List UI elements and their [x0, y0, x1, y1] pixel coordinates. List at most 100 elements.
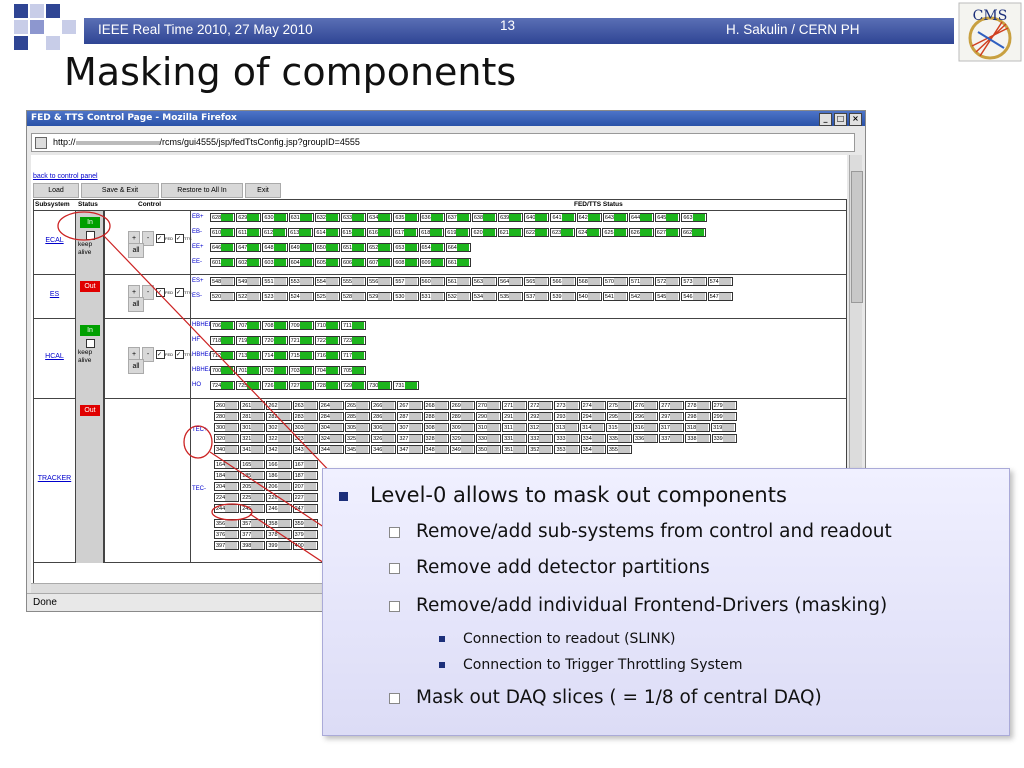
- fed-chip[interactable]: 345: [344, 445, 371, 454]
- fed-chip[interactable]: 269: [449, 401, 475, 410]
- status-toggle[interactable]: In: [80, 325, 100, 336]
- fed-chip[interactable]: 166: [266, 460, 292, 469]
- fed-chip[interactable]: 570: [602, 277, 628, 286]
- fed-chip[interactable]: 297: [659, 412, 685, 421]
- close-icon[interactable]: ×: [849, 113, 862, 126]
- fed-chip[interactable]: 617: [392, 228, 419, 237]
- fed-chip[interactable]: 723: [340, 336, 367, 345]
- fed-chip[interactable]: 555: [340, 277, 367, 286]
- fed-chip[interactable]: 379: [292, 530, 318, 539]
- fed-chip[interactable]: 630: [262, 213, 288, 222]
- status-toggle[interactable]: Out: [80, 405, 100, 416]
- fed-chip[interactable]: 551: [262, 277, 288, 286]
- fed-chip[interactable]: 308: [423, 423, 449, 432]
- fed-chip[interactable]: 247: [292, 504, 318, 513]
- fed-chip[interactable]: 167: [292, 460, 318, 469]
- fed-chip[interactable]: 293: [554, 412, 580, 421]
- fed-chip[interactable]: 275: [606, 401, 632, 410]
- fed-chip[interactable]: 298: [685, 412, 711, 421]
- fed-chip[interactable]: 282: [266, 412, 292, 421]
- fed-chip[interactable]: 333: [554, 434, 580, 443]
- fed-chip[interactable]: 540: [576, 292, 602, 301]
- fed-chip[interactable]: 621: [497, 228, 523, 237]
- fed-chip[interactable]: 263: [292, 401, 318, 410]
- fed-chip[interactable]: 564: [498, 277, 524, 286]
- fed-chip[interactable]: 628: [210, 213, 236, 222]
- fed-chip[interactable]: 205: [240, 482, 266, 491]
- fed-chip[interactable]: 702: [262, 366, 288, 375]
- partition-name[interactable]: EB-: [192, 229, 210, 235]
- fed-chip[interactable]: 268: [423, 401, 449, 410]
- fed-chip[interactable]: 568: [576, 277, 602, 286]
- fed-chip[interactable]: 355: [606, 445, 632, 454]
- fed-chip[interactable]: 287: [397, 412, 423, 421]
- restore-all-in-button[interactable]: Restore to All In: [161, 183, 243, 198]
- fed-chip[interactable]: 609: [419, 258, 445, 267]
- fed-chip[interactable]: 717: [340, 351, 367, 360]
- fed-chip[interactable]: 716: [314, 351, 340, 360]
- fed-chip[interactable]: 343: [292, 445, 318, 454]
- fed-chip[interactable]: 264: [318, 401, 344, 410]
- fed-chip[interactable]: 574: [707, 277, 733, 286]
- status-toggle[interactable]: In: [80, 217, 100, 228]
- fed-chip[interactable]: 522: [236, 292, 262, 301]
- partition-name[interactable]: ES-: [192, 293, 210, 299]
- keep-alive-checkbox[interactable]: keep alive: [78, 231, 104, 257]
- fed-chip[interactable]: 284: [318, 412, 344, 421]
- fed-chip[interactable]: 728: [314, 381, 340, 390]
- fed-chip[interactable]: 353: [554, 445, 580, 454]
- fed-chip[interactable]: 649: [288, 243, 314, 252]
- fed-chip[interactable]: 636: [419, 213, 445, 222]
- fed-chip[interactable]: 322: [266, 434, 292, 443]
- fed-chip[interactable]: 244: [214, 504, 240, 513]
- fed-chip[interactable]: 289: [449, 412, 475, 421]
- fed-chip[interactable]: 614: [314, 228, 340, 237]
- fed-chip[interactable]: 165: [240, 460, 266, 469]
- fed-chip[interactable]: 701: [236, 366, 262, 375]
- fed-chip[interactable]: 571: [629, 277, 655, 286]
- fed-chip[interactable]: 326: [371, 434, 397, 443]
- fed-chip[interactable]: 261: [240, 401, 266, 410]
- fed-chip[interactable]: 554: [314, 277, 340, 286]
- fed-chip[interactable]: 726: [262, 381, 288, 390]
- all-button-label[interactable]: all: [128, 359, 144, 374]
- partition-name[interactable]: HBHEa: [192, 367, 212, 373]
- fed-chip[interactable]: 631: [288, 213, 314, 222]
- fed-chip[interactable]: 727: [288, 381, 314, 390]
- subsystem-link[interactable]: ECAL: [45, 237, 63, 244]
- fed-chip[interactable]: 634: [367, 213, 393, 222]
- fed-chip[interactable]: 635: [393, 213, 419, 222]
- fed-chip[interactable]: 718: [210, 336, 236, 345]
- subsystem-link[interactable]: ES: [50, 291, 59, 298]
- fed-chip[interactable]: 651: [340, 243, 367, 252]
- fed-chip[interactable]: 226: [266, 493, 292, 502]
- partition-name[interactable]: TEC+: [192, 427, 210, 433]
- checkbox-icon[interactable]: [86, 231, 95, 240]
- fed-chip[interactable]: 272: [528, 401, 554, 410]
- fed-chip[interactable]: 620: [471, 228, 497, 237]
- fed-chip[interactable]: 633: [340, 213, 367, 222]
- fed-chip[interactable]: 399: [266, 541, 292, 550]
- fed-chip[interactable]: 662: [680, 228, 707, 237]
- fed-chip[interactable]: 341: [240, 445, 266, 454]
- fed-chip[interactable]: 708: [262, 321, 288, 330]
- fed-chip[interactable]: 186: [266, 471, 292, 480]
- fed-chip[interactable]: 312: [527, 423, 554, 432]
- fed-chip[interactable]: 378: [266, 530, 292, 539]
- fed-chip[interactable]: 346: [371, 445, 397, 454]
- save-exit-button[interactable]: Save & Exit: [81, 183, 159, 198]
- fed-chip[interactable]: 356: [214, 519, 240, 528]
- fed-chip[interactable]: 271: [502, 401, 528, 410]
- fed-chip[interactable]: 285: [344, 412, 371, 421]
- fed-chip[interactable]: 294: [580, 412, 606, 421]
- fed-chip[interactable]: 641: [550, 213, 576, 222]
- fed-chip[interactable]: 336: [633, 434, 659, 443]
- partition-name[interactable]: EE-: [192, 259, 210, 265]
- fed-chip[interactable]: 643: [602, 213, 628, 222]
- fed-chip[interactable]: 352: [528, 445, 554, 454]
- fed-chip[interactable]: 350: [475, 445, 502, 454]
- fed-chip[interactable]: 618: [419, 228, 445, 237]
- fed-chip[interactable]: 720: [262, 336, 288, 345]
- fed-chip[interactable]: 290: [475, 412, 502, 421]
- fed-chip[interactable]: 280: [214, 412, 240, 421]
